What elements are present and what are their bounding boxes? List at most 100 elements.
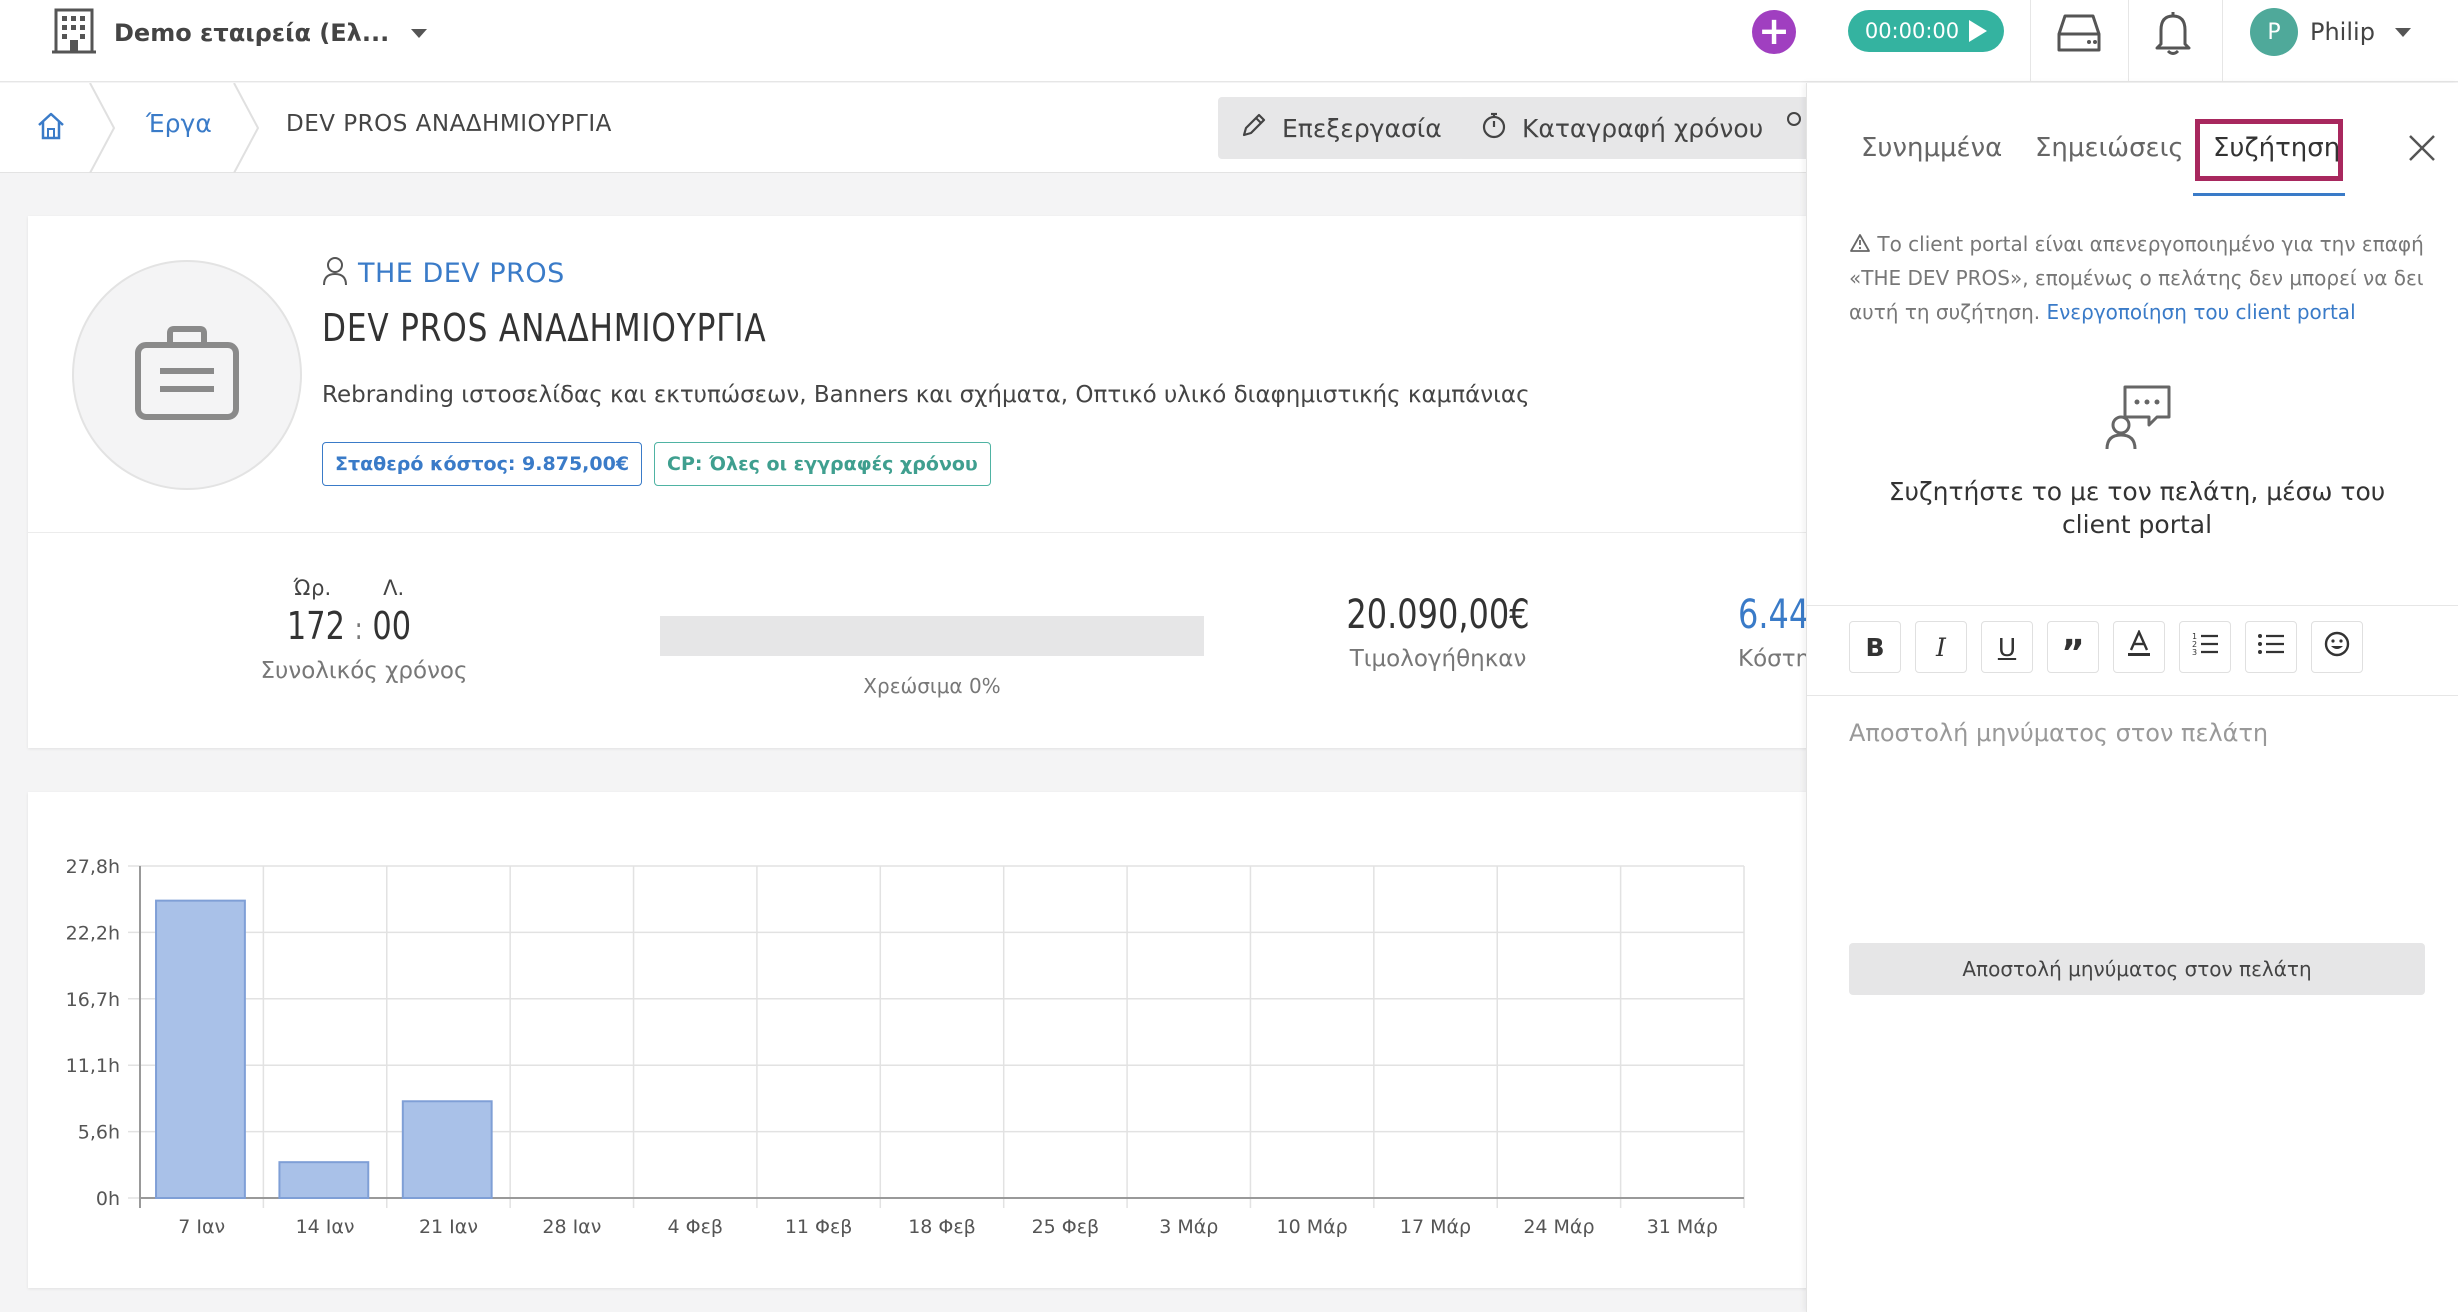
send-message-button[interactable]: Αποστολή μηνύματος στον πελάτη <box>1849 943 2425 995</box>
chart-bar <box>278 1161 370 1200</box>
log-time-button-label: Καταγραφή χρόνου <box>1522 113 1764 143</box>
svg-text:3: 3 <box>2192 648 2197 657</box>
minutes-value: 00 <box>372 604 412 648</box>
x-tick-label: 4 Φεβ <box>667 1216 722 1238</box>
divider <box>28 532 1828 533</box>
timer-button[interactable]: 00:00:00 <box>1848 10 2004 52</box>
text-color-button[interactable] <box>2113 621 2165 673</box>
project-avatar <box>72 260 302 490</box>
breadcrumb: Έργα DEV PROS ΑΝΑΔΗΜΙΟΥΡΓΙΑ Επεξεργασία … <box>0 83 1806 173</box>
bullet-list-icon <box>2257 631 2285 663</box>
user-icon <box>1784 111 1804 145</box>
billable-caption: Χρεώσιμα 0% <box>863 674 1001 698</box>
edit-button[interactable]: Επεξεργασία <box>1218 97 1464 159</box>
x-tick-label: 7 Ιαν <box>178 1216 225 1238</box>
divider <box>2222 0 2223 82</box>
chart-bar <box>155 899 246 1200</box>
briefcase-icon <box>132 323 242 427</box>
ordered-list-button[interactable]: 123 <box>2179 621 2231 673</box>
invoiced-caption: Τιμολογήθηκαν <box>1349 646 1527 672</box>
user-name: Philip <box>2310 18 2375 46</box>
project-description: Rebranding ιστοσελίδας και εκτυπώσεων, B… <box>322 382 1530 408</box>
italic-button[interactable]: I <box>1915 621 1967 673</box>
tab-notes[interactable]: Σημειώσεις <box>2035 133 2184 163</box>
timer-display: 00:00:00 <box>1864 19 1960 43</box>
close-icon[interactable] <box>2407 133 2437 167</box>
discussion-cta: Συζητήστε το με τον πελάτη, μέσω του cli… <box>1888 477 2386 539</box>
plus-icon: + <box>1758 9 1790 53</box>
play-icon <box>1969 20 1988 42</box>
divider <box>2128 0 2129 82</box>
breadcrumb-link-projects[interactable]: Έργα <box>146 109 212 138</box>
portal-disabled-notice: Το client portal είναι απενεργοποιημένο … <box>1849 227 2439 329</box>
tab-attachments[interactable]: Συνημμένα <box>1861 133 2002 163</box>
y-tick-label: 22,2h <box>66 922 120 944</box>
underline-icon: U <box>1997 632 2017 662</box>
time-separator: : <box>354 612 363 647</box>
y-tick-label: 0h <box>96 1188 120 1210</box>
active-tab-underline <box>2193 193 2345 196</box>
quote-button[interactable]: ” <box>2047 621 2099 673</box>
message-input[interactable]: Αποστολή μηνύματος στον πελάτη <box>1849 719 2268 747</box>
building-icon <box>52 6 96 60</box>
divider <box>2030 0 2031 82</box>
editor-toolbar: B I U ” 123 <box>1849 621 2363 673</box>
breadcrumb-current: DEV PROS ΑΝΑΔΗΜΙΟΥΡΓΙΑ <box>286 111 612 137</box>
x-tick-label: 25 Φεβ <box>1032 1216 1100 1238</box>
bold-button[interactable]: B <box>1849 621 1901 673</box>
y-tick-label: 11,1h <box>66 1055 120 1077</box>
add-button[interactable]: + <box>1752 10 1796 54</box>
total-time-caption: Συνολικός χρόνος <box>260 658 468 684</box>
project-title: DEV PROS ΑΝΑΔΗΜΙΟΥΡΓΙΑ <box>322 306 767 350</box>
warning-icon <box>1849 232 1877 256</box>
time-chart-card: 0h 5,6h 11,1h 16,7h 22,2h 27,8h 7 Ιαν 14 Ιαν 21 … <box>28 792 1828 1288</box>
chart-bar <box>401 1100 493 1199</box>
bullet-list-button[interactable] <box>2245 621 2297 673</box>
project-tags: Σταθερό κόστος: 9.875,00€ CP: Όλες οι εγ… <box>322 442 991 486</box>
x-tick-label: 18 Φεβ <box>908 1216 976 1238</box>
chat-icon <box>2103 383 2173 457</box>
company-selector[interactable]: Demo εταιρεία (Ελ... <box>52 0 428 66</box>
user-icon <box>322 256 348 290</box>
x-tick-label: 10 Μάρ <box>1277 1216 1348 1238</box>
user-menu[interactable]: P Philip <box>2250 8 2411 56</box>
breadcrumb-separator <box>233 83 260 173</box>
company-name: Demo εταιρεία (Ελ... <box>114 19 390 47</box>
hours-label: Ώρ. <box>293 576 332 600</box>
bold-icon: B <box>1865 632 1885 662</box>
total-time-stat: Ώρ. Λ. 172 : 00 Συνολικός χρόνος <box>244 576 484 684</box>
enable-portal-link[interactable]: Ενεργοποίηση του client portal <box>2047 300 2356 324</box>
quote-icon: ” <box>2061 633 2085 674</box>
x-tick-label: 3 Μάρ <box>1159 1216 1218 1238</box>
project-summary-card: THE DEV PROS DEV PROS ΑΝΑΔΗΜΙΟΥΡΓΙΑ Rebr… <box>28 216 1828 748</box>
more-actions-button[interactable] <box>1772 97 1806 159</box>
invoiced-value: 20.090,00€ <box>1346 592 1530 638</box>
client-name: THE DEV PROS <box>358 257 565 289</box>
x-tick-label: 14 Ιαν <box>296 1216 355 1238</box>
client-portal-badge: CP: Όλες οι εγγραφές χρόνου <box>654 442 991 486</box>
chevron-down-icon <box>2394 27 2411 37</box>
home-icon[interactable] <box>36 111 66 145</box>
bell-icon[interactable] <box>2146 6 2200 60</box>
x-tick-label: 21 Ιαν <box>419 1216 478 1238</box>
x-tick-label: 11 Φεβ <box>785 1216 853 1238</box>
minutes-label: Λ. <box>383 576 405 600</box>
x-tick-label: 24 Μάρ <box>1523 1216 1594 1238</box>
emoji-button[interactable] <box>2311 621 2363 673</box>
avatar: P <box>2250 8 2298 56</box>
edit-button-label: Επεξεργασία <box>1282 113 1442 143</box>
invoiced-stat: 20.090,00€ Τιμολογήθηκαν <box>1318 592 1558 672</box>
underline-button[interactable]: U <box>1981 621 2033 673</box>
y-tick-label: 16,7h <box>66 989 120 1011</box>
divider <box>1807 605 2458 606</box>
y-tick-label: 5,6h <box>78 1122 120 1144</box>
client-link[interactable]: THE DEV PROS <box>322 256 565 290</box>
active-tab-highlight <box>2195 119 2343 181</box>
x-tick-label: 17 Μάρ <box>1400 1216 1471 1238</box>
billable-progress-bar <box>660 616 1204 656</box>
inbox-icon[interactable] <box>2052 6 2106 60</box>
emoji-icon <box>2323 630 2351 664</box>
log-time-button[interactable]: Καταγραφή χρόνου <box>1458 97 1786 159</box>
italic-icon: I <box>1936 632 1946 662</box>
divider <box>1807 695 2458 696</box>
